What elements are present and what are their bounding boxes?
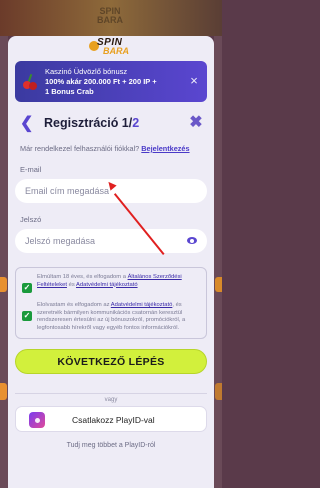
registration-modal: SPIN BARA Kaszinó Üdvözlő bónusz 100% ak… [8,36,214,488]
modal-header: SPIN BARA [8,36,214,56]
consent-box: ✓ Elmúltam 18 éves, és elfogadom a Által… [15,267,207,340]
login-hint: Már rendelkezel felhasználói fiókkal? Be… [20,144,214,153]
title-row: ❮ Regisztráció 1/2 ✖ [8,114,214,134]
welcome-bonus-banner[interactable]: Kaszinó Üdvözlő bónusz 100% akár 200.000… [15,61,207,102]
playid-label: Csatlakozz PlayID-val [72,415,155,426]
background-game-tile [215,277,222,292]
consent-text-segment: és [68,281,75,288]
bonus-text: Kaszinó Üdvözlő bónusz 100% akár 200.000… [45,67,157,97]
back-button[interactable]: ❮ [20,116,34,132]
close-icon: ✖ [189,114,203,131]
brand-logo-line2: BARA [103,46,129,56]
marketing-checkbox[interactable]: ✓ [22,311,32,321]
title-prefix: Regisztráció 1/ [44,116,133,130]
background-logo: SPIN BARA [86,3,134,29]
bonus-offer-line1: 100% akár 200.000 Ft + 200 IP + [45,76,157,86]
background-game-tile [0,383,7,400]
consent-row-marketing: ✓ Elolvastam és elfogadom az Adatvédelmi… [21,302,201,332]
consent-text-segment: Elolvastam és elfogadom az [37,302,110,308]
bonus-offer-line2: 1 Bonus Crab [45,86,94,96]
password-label: Jelszó [20,215,42,224]
title-step-total: 2 [132,116,140,130]
privacy-link[interactable]: Adatvédelmi tájékoztató [76,282,138,288]
playid-icon [29,412,45,429]
login-hint-text: Már rendelkezel felhasználói fiókkal? [20,144,140,153]
background-left-panel [0,36,8,488]
cherry-icon [23,73,37,90]
next-step-label: KÖVETKEZŐ LÉPÉS [57,355,165,368]
divider: vagy [15,388,207,404]
privacy-link[interactable]: Adatvédelmi tájékoztató [111,302,173,308]
background-right-panel [214,36,222,488]
divider-text: vagy [100,397,122,404]
next-step-button[interactable]: KÖVETKEZŐ LÉPÉS [15,349,207,375]
marketing-consent-text: Elolvastam és elfogadom az Adatvédelmi t… [37,302,201,332]
consent-row-terms: ✓ Elmúltam 18 éves, és elfogadom a Által… [21,274,201,293]
eye-icon[interactable] [187,237,197,244]
login-link[interactable]: Bejelentkezés [141,144,189,153]
close-icon[interactable]: × [187,74,201,88]
page-title: Regisztráció 1/2 [44,116,139,130]
background-game-tile [0,277,7,292]
playid-button[interactable]: Csatlakozz PlayID-val [15,406,207,433]
email-label: E-mail [20,165,42,174]
background-logo-line2: BARA [97,15,123,25]
chevron-left-icon: ❮ [20,115,34,132]
consent-text-segment: Elmúltam 18 éves, és elfogadom a [37,274,126,280]
terms-checkbox[interactable]: ✓ [22,283,32,293]
close-button[interactable]: ✖ [189,115,203,131]
email-input[interactable] [25,186,175,196]
background-game-tile [215,383,222,400]
password-field[interactable] [15,229,207,253]
brand-logo: SPIN BARA [89,37,133,57]
bonus-title: Kaszinó Üdvözlő bónusz [45,66,128,76]
terms-consent-text: Elmúltam 18 éves, és elfogadom a Általán… [37,274,201,289]
playid-info-link[interactable]: Tudj meg többet a PlayID-ról [8,442,214,449]
